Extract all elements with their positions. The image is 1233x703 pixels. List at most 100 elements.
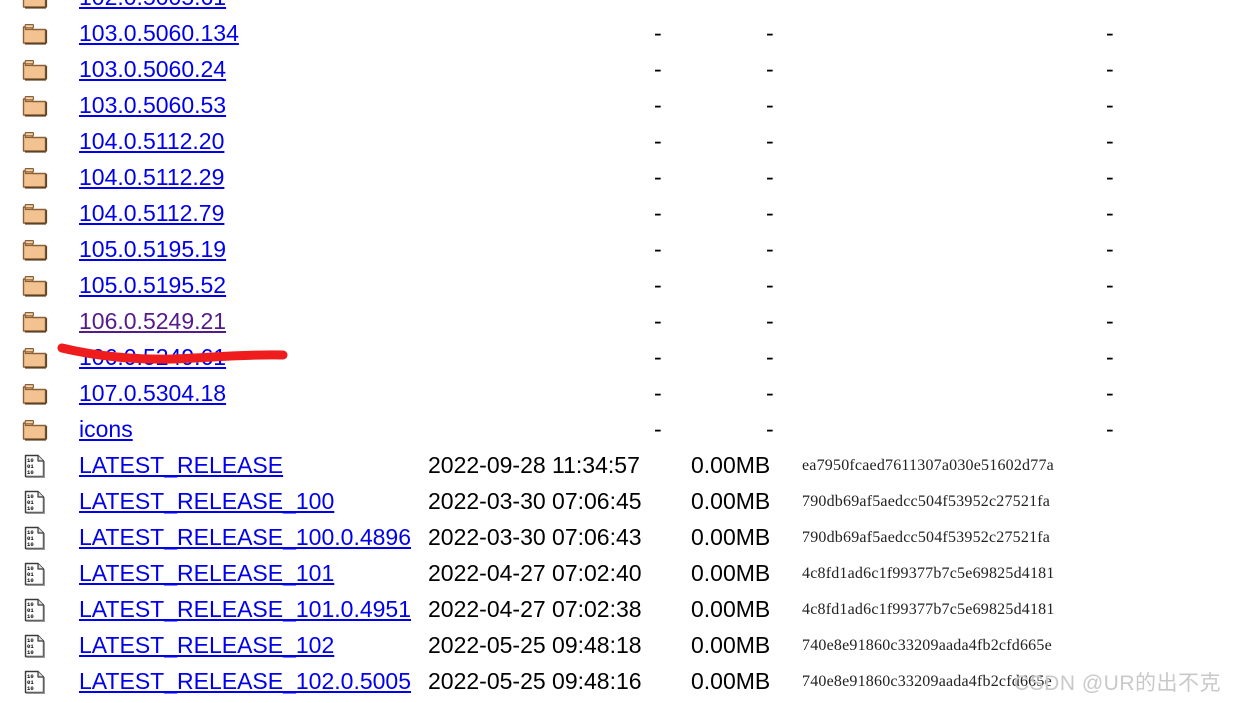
entry-date: 2022-04-27 07:02:38 bbox=[428, 596, 642, 622]
svg-text:10: 10 bbox=[27, 613, 34, 620]
entry-name-link[interactable]: LATEST_RELEASE_102.0.5005 bbox=[79, 666, 411, 696]
svg-text:10: 10 bbox=[27, 469, 34, 476]
empty-cell-dash: - bbox=[766, 164, 774, 190]
folder-icon bbox=[22, 238, 48, 262]
entry-name-link[interactable]: 103.0.5060.134 bbox=[79, 18, 239, 48]
empty-cell-dash: - bbox=[654, 0, 662, 12]
table-row: 104.0.5112.79 - - - bbox=[0, 196, 1233, 232]
entry-hash: 790db69af5aedcc504f53952c27521fa bbox=[802, 493, 1051, 510]
entry-name-link[interactable]: 104.0.5112.79 bbox=[79, 198, 224, 228]
entry-size: 0.00MB bbox=[691, 632, 771, 658]
folder-icon bbox=[22, 202, 48, 226]
empty-cell-dash: - bbox=[654, 272, 662, 298]
empty-cell-dash: - bbox=[654, 344, 662, 370]
table-row: 104.0.5112.20 - - - bbox=[0, 124, 1233, 160]
entry-date: 2022-05-25 09:48:18 bbox=[428, 632, 642, 658]
empty-cell-dash: - bbox=[766, 344, 774, 370]
table-row: 103.0.5060.53 - - - bbox=[0, 88, 1233, 124]
empty-cell-dash: - bbox=[654, 92, 662, 118]
file-icon: 10 01 10 bbox=[22, 598, 48, 622]
entry-name-link[interactable]: LATEST_RELEASE_102 bbox=[79, 630, 334, 660]
empty-cell-dash: - bbox=[1106, 236, 1114, 262]
empty-cell-dash: - bbox=[654, 56, 662, 82]
empty-cell-dash: - bbox=[1106, 272, 1114, 298]
entry-size: 0.00MB bbox=[691, 488, 771, 514]
entry-name-link[interactable]: 106.0.5249.61 bbox=[79, 342, 226, 372]
entry-name-link[interactable]: 102.0.5005.61 bbox=[79, 0, 226, 12]
table-row: 105.0.5195.19 - - - bbox=[0, 232, 1233, 268]
svg-text:10: 10 bbox=[27, 685, 34, 692]
svg-text:10: 10 bbox=[27, 577, 34, 584]
entry-size: 0.00MB bbox=[691, 668, 771, 694]
folder-icon bbox=[22, 382, 48, 406]
svg-text:10: 10 bbox=[27, 541, 34, 548]
folder-icon bbox=[22, 166, 48, 190]
entry-name-link[interactable]: icons bbox=[79, 414, 133, 444]
empty-cell-dash: - bbox=[654, 20, 662, 46]
file-icon: 10 01 10 bbox=[22, 670, 48, 694]
empty-cell-dash: - bbox=[1106, 92, 1114, 118]
empty-cell-dash: - bbox=[1106, 416, 1114, 442]
empty-cell-dash: - bbox=[1106, 128, 1114, 154]
folder-icon bbox=[22, 58, 48, 82]
table-row: 107.0.5304.18 - - - bbox=[0, 376, 1233, 412]
empty-cell-dash: - bbox=[654, 416, 662, 442]
entry-name-link[interactable]: 103.0.5060.53 bbox=[79, 90, 226, 120]
empty-cell-dash: - bbox=[654, 164, 662, 190]
empty-cell-dash: - bbox=[654, 380, 662, 406]
empty-cell-dash: - bbox=[1106, 380, 1114, 406]
empty-cell-dash: - bbox=[766, 380, 774, 406]
entry-name-link[interactable]: 107.0.5304.18 bbox=[79, 378, 226, 408]
empty-cell-dash: - bbox=[654, 308, 662, 334]
entry-name-link[interactable]: 105.0.5195.19 bbox=[79, 234, 226, 264]
table-row: 10 01 10 LATEST_RELEASE_100 2022-03-30 07:06… bbox=[0, 484, 1233, 520]
entry-name-link[interactable]: 105.0.5195.52 bbox=[79, 270, 226, 300]
file-icon: 10 01 10 bbox=[22, 490, 48, 514]
empty-cell-dash: - bbox=[766, 92, 774, 118]
empty-cell-dash: - bbox=[1106, 56, 1114, 82]
empty-cell-dash: - bbox=[766, 128, 774, 154]
file-icon: 10 01 10 bbox=[22, 526, 48, 550]
entry-name-link[interactable]: LATEST_RELEASE_100.0.4896 bbox=[79, 522, 411, 552]
entry-name-link[interactable]: LATEST_RELEASE_101 bbox=[79, 558, 334, 588]
entry-hash: 740e8e91860c33209aada4fb2cfd665e bbox=[802, 673, 1052, 690]
entry-name-link[interactable]: 104.0.5112.29 bbox=[79, 162, 224, 192]
folder-icon bbox=[22, 94, 48, 118]
entry-size: 0.00MB bbox=[691, 596, 771, 622]
empty-cell-dash: - bbox=[654, 200, 662, 226]
empty-cell-dash: - bbox=[1106, 200, 1114, 226]
entry-name-link[interactable]: LATEST_RELEASE bbox=[79, 450, 283, 480]
table-row: 105.0.5195.52 - - - bbox=[0, 268, 1233, 304]
empty-cell-dash: - bbox=[766, 236, 774, 262]
empty-cell-dash: - bbox=[766, 308, 774, 334]
table-row: 10 01 10 LATEST_RELEASE_102 2022-05-25 09:48… bbox=[0, 628, 1233, 664]
entry-name-link[interactable]: 103.0.5060.24 bbox=[79, 54, 226, 84]
entry-date: 2022-09-28 11:34:57 bbox=[428, 452, 640, 478]
entry-size: 0.00MB bbox=[691, 524, 771, 550]
entry-date: 2022-05-25 09:48:16 bbox=[428, 668, 642, 694]
empty-cell-dash: - bbox=[1106, 344, 1114, 370]
entry-name-link[interactable]: LATEST_RELEASE_100 bbox=[79, 486, 334, 516]
table-row: 10 01 10 LATEST_RELEASE_101.0.4951 2022-04-2… bbox=[0, 592, 1233, 628]
entry-date: 2022-04-27 07:02:40 bbox=[428, 560, 642, 586]
entry-hash: ea7950fcaed7611307a030e51602d77a bbox=[802, 457, 1054, 474]
entry-name-link[interactable]: 106.0.5249.21 bbox=[79, 306, 226, 336]
entry-size: 0.00MB bbox=[691, 452, 771, 478]
empty-cell-dash: - bbox=[654, 236, 662, 262]
entry-name-link[interactable]: 104.0.5112.20 bbox=[79, 126, 224, 156]
svg-text:10: 10 bbox=[27, 649, 34, 656]
table-row: 10 01 10 LATEST_RELEASE_100.0.4896 2022-03-3… bbox=[0, 520, 1233, 556]
empty-cell-dash: - bbox=[1106, 308, 1114, 334]
table-row: 10 01 10 LATEST_RELEASE 2022-09-28 11:34:57 0… bbox=[0, 448, 1233, 484]
empty-cell-dash: - bbox=[766, 0, 774, 12]
table-row: 106.0.5249.21 - - - bbox=[0, 304, 1233, 340]
folder-icon bbox=[22, 0, 48, 10]
folder-icon bbox=[22, 274, 48, 298]
folder-icon bbox=[22, 22, 48, 46]
entry-hash: 790db69af5aedcc504f53952c27521fa bbox=[802, 529, 1051, 546]
entry-name-link[interactable]: LATEST_RELEASE_101.0.4951 bbox=[79, 594, 411, 624]
file-icon: 10 01 10 bbox=[22, 634, 48, 658]
table-row: 104.0.5112.29 - - - bbox=[0, 160, 1233, 196]
entry-hash: 4c8fd1ad6c1f99377b7c5e69825d4181 bbox=[802, 565, 1055, 582]
table-row: 103.0.5060.24 - - - bbox=[0, 52, 1233, 88]
